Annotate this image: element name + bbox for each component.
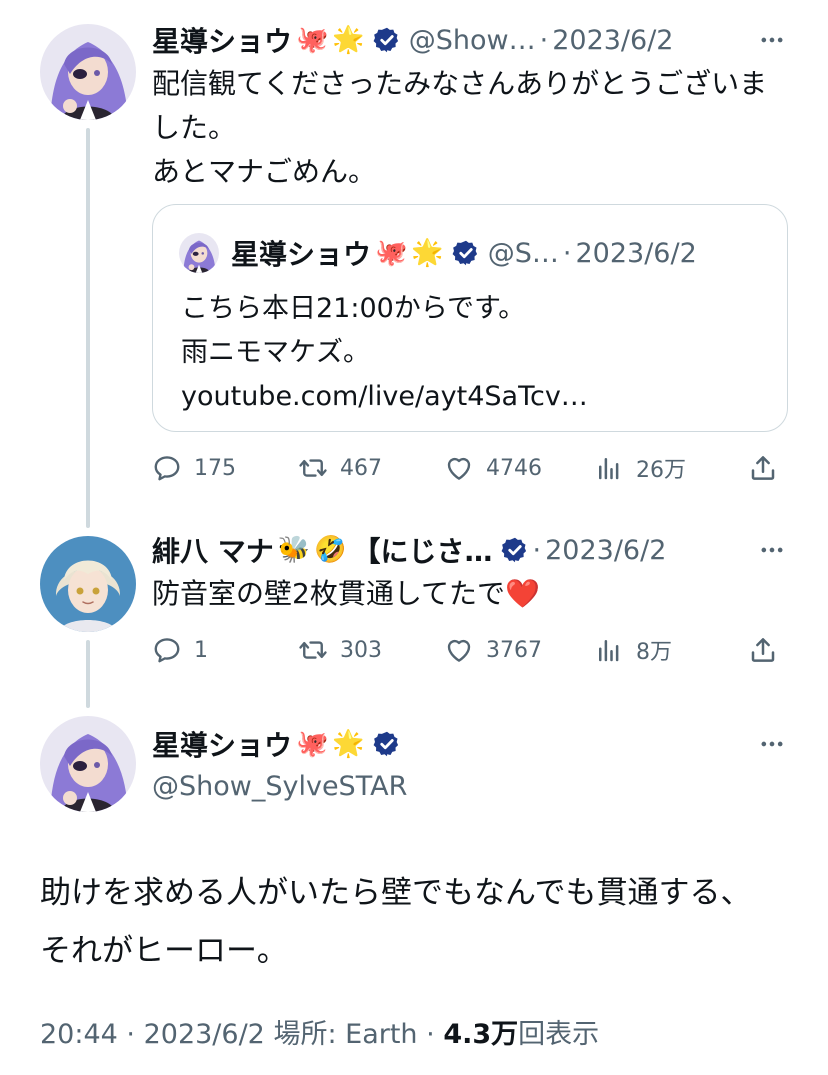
tweet-1[interactable]: 星導ショウ 🐙 🌟 @Show… · 2023/6/2 配信観てくださったみなさ… — [0, 0, 828, 500]
reply-icon — [152, 635, 182, 665]
more-icon — [758, 26, 786, 54]
tweet-header: 星導ショウ 🐙 🌟 — [152, 724, 764, 764]
retweet-button[interactable]: 303 — [298, 630, 382, 670]
avatar[interactable] — [40, 536, 136, 632]
share-button[interactable] — [748, 630, 790, 670]
quoted-tweet[interactable]: 星導ショウ 🐙 🌟 @S… · 2023/6/2 こちら本日21:00からです。… — [152, 204, 788, 432]
name-emoji: 🐙 — [375, 238, 408, 268]
display-name[interactable]: 星導ショウ — [152, 724, 292, 764]
avatar[interactable] — [40, 24, 136, 120]
like-button[interactable]: 3767 — [444, 630, 542, 670]
handle[interactable]: @Show_SylveSTAR — [152, 771, 407, 802]
display-name[interactable]: 緋八 マナ — [152, 530, 274, 570]
tweet-text: 配信観てくださったみなさんありがとうございました。 あとマナごめん。 — [152, 67, 768, 188]
verified-icon — [452, 239, 480, 267]
name-emoji: 🌟 — [332, 729, 365, 759]
tweet-header: 緋八 マナ 🐝 🤣 【にじさ… · 2023/6/2 — [152, 530, 764, 570]
retweet-count: 303 — [340, 637, 382, 663]
tweet-location: 場所: Earth — [273, 1019, 418, 1050]
tweet-date[interactable]: 2023/6/2 — [144, 1019, 265, 1050]
retweet-count: 467 — [340, 455, 382, 481]
tweet-text: 防音室の壁2枚貫通してたで❤️ — [152, 577, 540, 610]
action-bar: 175 467 4746 26万 — [152, 448, 788, 488]
verified-icon — [373, 730, 401, 758]
name-emoji: 🐙 — [296, 25, 329, 55]
handle-row: @Show_SylveSTAR — [152, 766, 764, 806]
like-icon — [444, 453, 474, 483]
reply-count: 1 — [194, 637, 208, 663]
avatar-image — [40, 716, 136, 812]
more-icon — [758, 730, 786, 758]
tweet-date[interactable]: 2023/6/2 — [552, 25, 673, 56]
avatar[interactable] — [40, 716, 136, 812]
like-button[interactable]: 4746 — [444, 448, 542, 488]
views-count: 4.3万 — [443, 1019, 519, 1050]
quote-date: 2023/6/2 — [575, 237, 697, 269]
separator: · — [426, 1019, 435, 1050]
verified-icon — [373, 26, 401, 54]
separator: · — [539, 24, 549, 56]
quote-avatar — [179, 233, 219, 273]
retweet-icon — [298, 635, 328, 665]
display-name[interactable]: 星導ショウ — [152, 20, 292, 60]
views-count: 26万 — [636, 458, 686, 483]
quote-header: 星導ショウ 🐙 🌟 @S… · 2023/6/2 — [179, 231, 697, 275]
share-icon — [748, 635, 778, 665]
name-emoji: 🌟 — [332, 25, 365, 55]
reply-count: 175 — [194, 455, 236, 481]
like-count: 3767 — [486, 637, 542, 663]
more-icon — [758, 536, 786, 564]
like-icon — [444, 635, 474, 665]
reply-button[interactable]: 1 — [152, 630, 208, 670]
share-button[interactable] — [748, 448, 790, 488]
display-name-suffix: 【にじさ… — [352, 535, 493, 568]
separator: · — [562, 237, 572, 269]
main-tweet-text: 助けを求める人がいたら壁でもなんでも貫通する、それがヒーロー。 — [40, 875, 752, 969]
name-emoji: 🐝 — [277, 535, 311, 565]
views-label: 回表示 — [518, 1019, 600, 1050]
verified-icon — [501, 536, 529, 564]
tweet-2[interactable]: 緋八 マナ 🐝 🤣 【にじさ… · 2023/6/2 防音室の壁2枚貫通してたで… — [0, 508, 828, 688]
quote-handle: @S… — [487, 237, 559, 269]
tweet-meta: 20:44 · 2023/6/2 場所: Earth · 4.3万回表示 — [40, 1012, 599, 1051]
separator: · — [532, 534, 542, 566]
views-button[interactable]: 26万 — [594, 448, 686, 488]
more-button[interactable] — [756, 728, 788, 760]
name-emoji: 🤣 — [314, 535, 347, 565]
quote-display-name: 星導ショウ — [231, 238, 372, 271]
quote-text: こちら本日21:00からです。 雨ニモマケズ。 youtube.com/live… — [181, 293, 588, 412]
handle[interactable]: @Show… — [409, 25, 536, 56]
reply-icon — [152, 453, 182, 483]
views-count: 8万 — [636, 640, 672, 665]
like-count: 4746 — [486, 455, 542, 481]
retweet-icon — [298, 453, 328, 483]
name-emoji: 🌟 — [411, 238, 444, 268]
tweet-date[interactable]: 2023/6/2 — [545, 535, 666, 566]
separator: · — [126, 1019, 135, 1050]
reply-button[interactable]: 175 — [152, 448, 236, 488]
more-button[interactable] — [756, 534, 788, 566]
avatar-image — [40, 536, 136, 632]
tweet-header: 星導ショウ 🐙 🌟 @Show… · 2023/6/2 — [152, 20, 764, 60]
retweet-button[interactable]: 467 — [298, 448, 382, 488]
share-icon — [748, 453, 778, 483]
more-button[interactable] — [756, 24, 788, 56]
tweet-time[interactable]: 20:44 — [40, 1019, 118, 1050]
name-emoji: 🐙 — [296, 729, 329, 759]
views-button[interactable]: 8万 — [594, 630, 672, 670]
avatar-image — [40, 24, 136, 120]
action-bar: 1 303 3767 8万 — [152, 630, 788, 670]
views-icon — [594, 635, 624, 665]
views-icon — [594, 453, 624, 483]
